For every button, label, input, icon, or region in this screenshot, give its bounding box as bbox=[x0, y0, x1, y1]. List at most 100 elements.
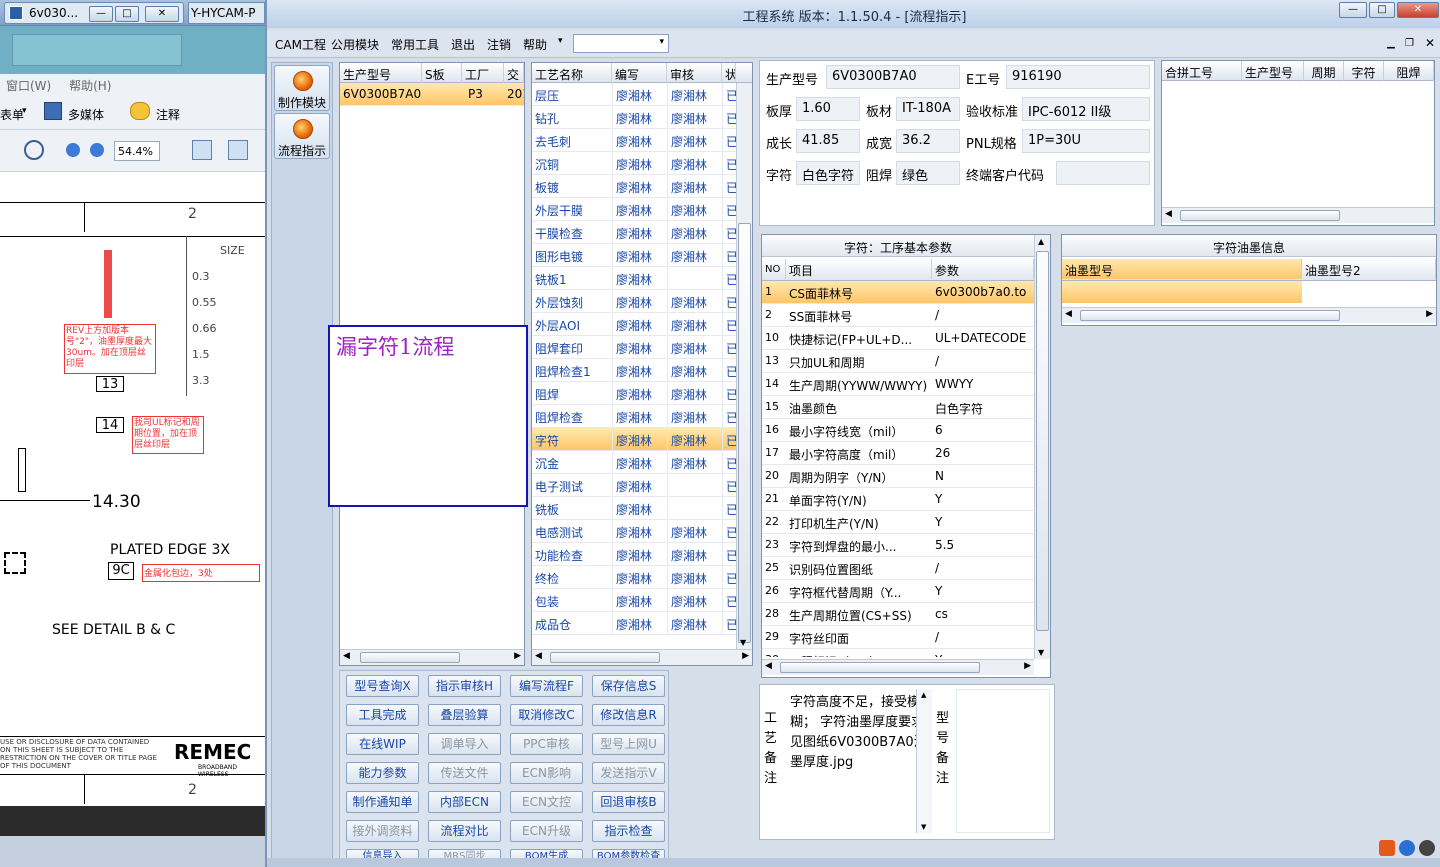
menu-cam[interactable]: CAM工程 bbox=[275, 36, 326, 53]
maximize-button[interactable]: □ bbox=[1369, 2, 1395, 18]
action-button[interactable]: ECN文控 bbox=[510, 791, 583, 813]
col-delivery[interactable]: 交 bbox=[504, 63, 524, 83]
close-button[interactable]: ✕ bbox=[1397, 2, 1439, 18]
arrow-up-icon[interactable]: ▲ bbox=[921, 691, 926, 699]
arrow-down-icon[interactable]: ▼ bbox=[921, 823, 926, 831]
material-field[interactable]: IT-180A bbox=[896, 97, 960, 121]
table-row[interactable]: 14 生产周期(YYWW/WWYY) WWYY bbox=[762, 373, 1034, 396]
table-row[interactable]: 干膜检查廖湘林廖湘林已 bbox=[532, 221, 736, 244]
action-button[interactable]: 在线WIP bbox=[346, 733, 419, 755]
table-row[interactable]: 板镀廖湘林廖湘林已 bbox=[532, 175, 736, 198]
arrow-left-icon[interactable]: ◀ bbox=[535, 651, 542, 661]
nav-make-module[interactable]: 制作模块 bbox=[274, 65, 330, 111]
action-button[interactable]: 修改信息R bbox=[592, 704, 665, 726]
table-row[interactable]: 阻焊套印廖湘林廖湘林已 bbox=[532, 336, 736, 359]
action-button[interactable]: 传送文件 bbox=[428, 762, 501, 784]
table-row[interactable]: 30工程标记（Y/N）Y bbox=[762, 649, 1034, 657]
col-item[interactable]: 项目 bbox=[786, 259, 932, 279]
arrow-right-icon[interactable]: ▶ bbox=[742, 651, 749, 661]
table-row[interactable]: 22 打印机生产(Y/N) Y bbox=[762, 511, 1034, 534]
table-row[interactable]: 15 油墨颜色 白色字符 bbox=[762, 396, 1034, 419]
mdi-restore-icon[interactable]: ❐ bbox=[1405, 38, 1414, 49]
menu-help[interactable]: 帮助(H) bbox=[69, 79, 111, 93]
minimize-icon[interactable]: — bbox=[89, 6, 113, 22]
col-model[interactable]: 生产型号 bbox=[340, 63, 422, 83]
col-combine-no[interactable]: 合拼工号 bbox=[1162, 61, 1242, 81]
col-process-name[interactable]: 工艺名称 bbox=[532, 63, 612, 83]
pnl-field[interactable]: 1P=30U bbox=[1022, 129, 1150, 153]
eno-field[interactable]: 916190 bbox=[1006, 65, 1150, 89]
table-row[interactable]: 去毛刺廖湘林廖湘林已 bbox=[532, 129, 736, 152]
action-button[interactable]: 型号上网U bbox=[592, 733, 665, 755]
action-button[interactable]: ECN影响 bbox=[510, 762, 583, 784]
nav-flow-instruction[interactable]: 流程指示 bbox=[274, 113, 330, 159]
table-row[interactable]: 层压廖湘林廖湘林已 bbox=[532, 83, 736, 106]
action-button[interactable]: 接外调资料 bbox=[346, 820, 419, 842]
action-button[interactable]: 指示审核H bbox=[428, 675, 501, 697]
col-reviewer[interactable]: 审核 bbox=[667, 63, 722, 83]
table-row[interactable]: 10 快捷标记(FP+UL+D... UL+DATECODE bbox=[762, 327, 1034, 350]
mdi-close-icon[interactable]: ✕ bbox=[1425, 36, 1435, 50]
action-button[interactable]: 保存信息S bbox=[592, 675, 665, 697]
comment-button[interactable]: 注释 bbox=[156, 106, 180, 123]
table-row[interactable]: 阻焊廖湘林廖湘林已 bbox=[532, 382, 736, 405]
table-row[interactable]: 阻焊检查1廖湘林廖湘林已 bbox=[532, 359, 736, 382]
action-button[interactable]: 叠层验算 bbox=[428, 704, 501, 726]
table-row[interactable]: 16 最小字符线宽（mil） 6 bbox=[762, 419, 1034, 442]
action-button[interactable]: 内部ECN bbox=[428, 791, 501, 813]
table-row[interactable]: 28 生产周期位置(CS+SS) cs bbox=[762, 603, 1034, 626]
help-icon[interactable] bbox=[1399, 840, 1415, 856]
table-row[interactable]: 阻焊检查廖湘林廖湘林已 bbox=[532, 405, 736, 428]
fit-page-icon[interactable] bbox=[228, 140, 248, 160]
arrow-down-icon[interactable]: ▼ bbox=[740, 638, 746, 647]
input-method-icon[interactable] bbox=[1379, 840, 1395, 856]
table-row[interactable]: 铣板廖湘林已 bbox=[532, 497, 736, 520]
arrow-right-icon[interactable]: ▶ bbox=[1024, 661, 1031, 671]
menu-exit[interactable]: 退出 bbox=[451, 36, 475, 53]
menu-help[interactable]: 帮助 bbox=[523, 36, 547, 53]
process-grid-vscroll[interactable]: ▼ bbox=[736, 83, 752, 649]
action-button[interactable]: 工具完成 bbox=[346, 704, 419, 726]
minimize-button[interactable]: — bbox=[1339, 2, 1367, 18]
col-combine-char[interactable]: 字符 bbox=[1344, 61, 1384, 81]
table-row[interactable]: 外层AOI廖湘林廖湘林已 bbox=[532, 313, 736, 336]
table-row[interactable]: 电子测试廖湘林已 bbox=[532, 474, 736, 497]
process-remark-text[interactable]: 字符高度不足，接受模糊； 字符油墨厚度要求见图纸6V0300B7A0油墨厚度.j… bbox=[784, 689, 934, 833]
col-no[interactable]: NO bbox=[762, 259, 786, 279]
zoom-level-field[interactable]: 54.4% bbox=[114, 141, 160, 161]
arrow-left-icon[interactable]: ◀ bbox=[1065, 309, 1072, 319]
background-tab[interactable]: 6v030... — □ ✕ bbox=[4, 2, 184, 24]
table-row[interactable]: 沉铜廖湘林廖湘林已 bbox=[532, 152, 736, 175]
arrow-down-icon[interactable]: ▼ bbox=[1038, 648, 1044, 657]
action-button[interactable]: ECN升级 bbox=[510, 820, 583, 842]
action-button[interactable]: 制作通知单 bbox=[346, 791, 419, 813]
background-tab-2[interactable]: Y-HYCAM-P bbox=[188, 2, 265, 24]
col-factory[interactable]: 工厂 bbox=[462, 63, 504, 83]
list-button[interactable]: 表单 bbox=[0, 106, 24, 123]
close-icon[interactable]: ✕ bbox=[145, 6, 179, 22]
mask-field[interactable]: 绿色 bbox=[896, 161, 960, 185]
col-s-board[interactable]: S板 bbox=[422, 63, 462, 83]
table-row[interactable]: 沉金廖湘林廖湘林已 bbox=[532, 451, 736, 474]
mdi-minimize-icon[interactable]: ▁ bbox=[1387, 38, 1395, 49]
table-row[interactable]: 6V0300B7A0 P3 201 bbox=[340, 83, 524, 106]
col-combine-model[interactable]: 生产型号 bbox=[1242, 61, 1304, 81]
action-button[interactable]: 回退审核B bbox=[592, 791, 665, 813]
action-button[interactable]: 取消修改C bbox=[510, 704, 583, 726]
table-row[interactable]: 外层干膜廖湘林廖湘林已 bbox=[532, 198, 736, 221]
media-button[interactable]: 多媒体 bbox=[68, 106, 104, 123]
col-writer[interactable]: 编写 bbox=[612, 63, 667, 83]
table-row[interactable]: 钻孔廖湘林廖湘林已 bbox=[532, 106, 736, 129]
params-hscroll[interactable]: ◀ ▶ bbox=[762, 659, 1034, 675]
arrow-left-icon[interactable]: ◀ bbox=[343, 651, 350, 661]
model-field[interactable]: 6V0300B7A0 bbox=[826, 65, 960, 89]
table-row[interactable]: 电感测试廖湘林廖湘林已 bbox=[532, 520, 736, 543]
customer-field[interactable] bbox=[1056, 161, 1150, 185]
maximize-icon[interactable]: □ bbox=[115, 6, 139, 22]
menu-logout[interactable]: 注销 bbox=[487, 36, 511, 53]
ink-selected-row[interactable] bbox=[1062, 281, 1302, 303]
table-row[interactable]: 2 SS面菲林号 / bbox=[762, 304, 1034, 327]
params-vscroll[interactable]: ▲ ▼ bbox=[1034, 235, 1050, 659]
action-button[interactable]: 型号查询X bbox=[346, 675, 419, 697]
action-button[interactable]: 能力参数 bbox=[346, 762, 419, 784]
